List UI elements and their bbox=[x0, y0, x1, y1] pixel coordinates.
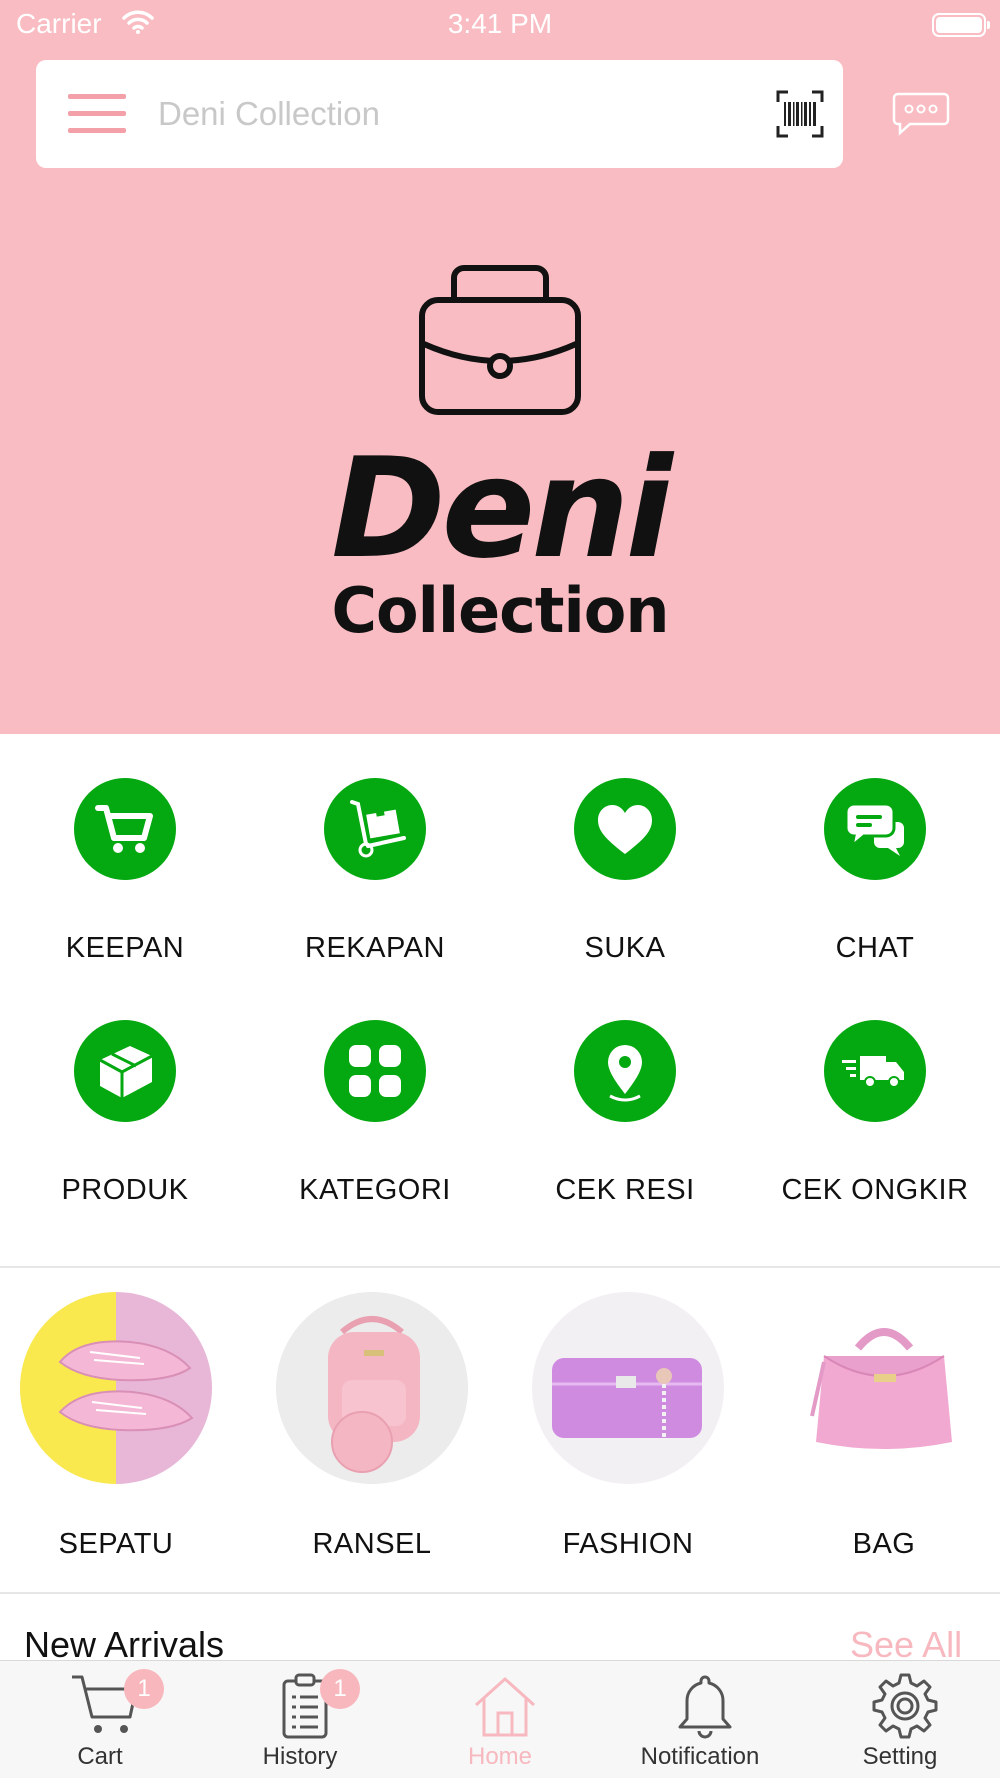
feature-label: KATEGORI bbox=[299, 1174, 451, 1206]
category-sepatu[interactable]: SEPATU bbox=[0, 1268, 250, 1568]
feature-label: PRODUK bbox=[61, 1174, 189, 1206]
category-label: RANSEL bbox=[312, 1528, 432, 1560]
message-icon[interactable] bbox=[892, 92, 950, 136]
category-image-backpack bbox=[276, 1292, 468, 1484]
feature-suka[interactable]: SUKA bbox=[500, 734, 750, 964]
category-image-purse bbox=[532, 1292, 724, 1484]
briefcase-icon bbox=[419, 265, 581, 415]
barcode-scan-icon[interactable] bbox=[776, 90, 824, 138]
feature-label: REKAPAN bbox=[305, 932, 445, 964]
feature-icon-circle bbox=[824, 778, 926, 880]
category-bag[interactable]: BAG bbox=[768, 1268, 1000, 1568]
feature-cek-resi[interactable]: CEK RESI bbox=[500, 976, 750, 1206]
heart-icon bbox=[598, 805, 652, 854]
tab-label: Cart bbox=[77, 1743, 123, 1770]
feature-keepan[interactable]: KEEPAN bbox=[0, 734, 250, 964]
tab-setting[interactable]: Setting bbox=[800, 1661, 1000, 1778]
box-icon bbox=[99, 1046, 153, 1098]
tab-notification[interactable]: Notification bbox=[600, 1661, 800, 1778]
chat-icon bbox=[844, 802, 904, 856]
tab-cart[interactable]: 1 Cart bbox=[0, 1661, 200, 1778]
feature-produk[interactable]: PRODUK bbox=[0, 976, 250, 1206]
feature-rekapan[interactable]: REKAPAN bbox=[250, 734, 500, 964]
tab-label: History bbox=[262, 1743, 338, 1770]
header-banner: Carrier 3:41 PM Deni Collection Deni Col… bbox=[0, 0, 1000, 734]
feature-label: SUKA bbox=[584, 932, 666, 964]
category-label: BAG bbox=[852, 1528, 916, 1560]
tab-label: Home bbox=[467, 1743, 533, 1770]
tab-home[interactable]: Home bbox=[400, 1661, 600, 1778]
search-input[interactable] bbox=[156, 88, 700, 140]
battery-icon bbox=[932, 13, 990, 37]
brand-subtitle: Collection bbox=[331, 574, 669, 647]
location-pin-icon bbox=[608, 1045, 642, 1102]
brand-title: Deni bbox=[331, 428, 673, 589]
status-time: 3:41 PM bbox=[447, 8, 553, 39]
app-screen: Carrier 3:41 PM Deni Collection Deni Col… bbox=[0, 0, 1000, 1778]
bell-icon bbox=[678, 1675, 732, 1739]
feature-icon-circle bbox=[324, 778, 426, 880]
category-label: SEPATU bbox=[58, 1528, 174, 1560]
cart-icon bbox=[95, 805, 153, 853]
delivery-truck-icon bbox=[842, 1056, 904, 1088]
tab-label: Setting bbox=[862, 1743, 938, 1770]
category-label: FASHION bbox=[562, 1528, 694, 1560]
status-bar: Carrier 3:41 PM bbox=[0, 0, 1000, 50]
feature-icon-circle bbox=[74, 1020, 176, 1122]
feature-icon-circle bbox=[824, 1020, 926, 1122]
hand-truck-icon bbox=[350, 800, 406, 858]
category-ransel[interactable]: RANSEL bbox=[256, 1268, 506, 1568]
feature-label: CEK RESI bbox=[555, 1174, 695, 1206]
category-image-handbag bbox=[788, 1292, 980, 1484]
feature-icon-circle bbox=[574, 1020, 676, 1122]
feature-chat[interactable]: CHAT bbox=[750, 734, 1000, 964]
tab-history[interactable]: 1 History bbox=[200, 1661, 400, 1778]
bottom-tab-bar: 1 Cart 1 History Home Notification Setti… bbox=[0, 1660, 1000, 1778]
feature-grid: KEEPAN REKAPAN SUKA CHAT PRODUK KATEGORI… bbox=[0, 734, 1000, 1266]
feature-label: CHAT bbox=[835, 932, 915, 964]
feature-icon-circle bbox=[324, 1020, 426, 1122]
gear-icon bbox=[872, 1673, 938, 1739]
grid-icon bbox=[349, 1045, 401, 1097]
feature-icon-circle bbox=[574, 778, 676, 880]
hamburger-menu-icon[interactable] bbox=[68, 94, 126, 134]
feature-cek-ongkir[interactable]: CEK ONGKIR bbox=[750, 976, 1000, 1206]
brand-logo: Deni Collection bbox=[300, 250, 700, 670]
feature-kategori[interactable]: KATEGORI bbox=[250, 976, 500, 1206]
category-image-shoes bbox=[20, 1292, 212, 1484]
history-badge: 1 bbox=[320, 1669, 360, 1709]
feature-label: KEEPAN bbox=[65, 932, 185, 964]
cart-badge: 1 bbox=[124, 1669, 164, 1709]
divider bbox=[0, 1592, 1000, 1594]
tab-label: Notification bbox=[640, 1743, 760, 1770]
feature-label: CEK ONGKIR bbox=[781, 1174, 969, 1206]
category-fashion[interactable]: FASHION bbox=[512, 1268, 762, 1568]
feature-icon-circle bbox=[74, 778, 176, 880]
home-icon bbox=[474, 1677, 536, 1737]
search-bar bbox=[36, 60, 843, 168]
